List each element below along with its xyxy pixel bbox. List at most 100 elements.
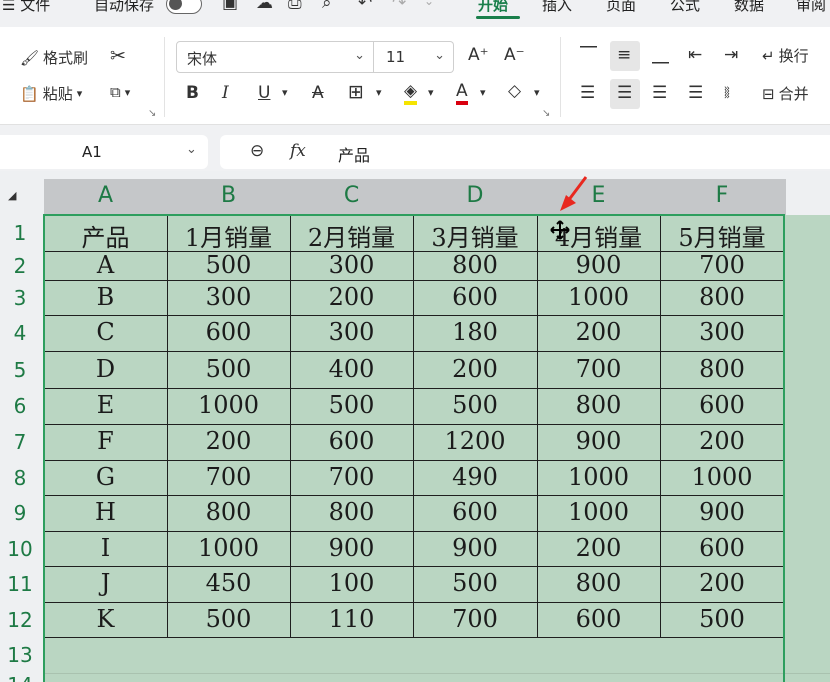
chevron-down-icon: ⌄: [354, 48, 365, 63]
move-cursor-icon: [550, 220, 570, 240]
spreadsheet-grid[interactable]: ◢ ABCDEF 1234567891011121314 产品1月销量2月销量3…: [0, 171, 830, 682]
autosave-label: 自动保存: [94, 0, 155, 14]
name-box[interactable]: A1 ⌄: [0, 135, 208, 169]
row-header-11[interactable]: 11: [0, 572, 40, 596]
chevron-down-icon[interactable]: ▾: [480, 87, 486, 98]
tab-data[interactable]: 数据: [734, 0, 764, 15]
chevron-down-icon: ⌄: [186, 142, 197, 157]
font-name-select[interactable]: 宋体 ⌄: [176, 41, 374, 73]
clear-format-icon[interactable]: ◇: [508, 83, 521, 100]
justify-icon[interactable]: ☰: [688, 85, 703, 102]
divider: [560, 37, 561, 117]
chevron-down-icon: ▾: [124, 85, 131, 99]
active-tab-indicator: [476, 16, 520, 19]
row-header-3[interactable]: 3: [0, 286, 40, 310]
undo-icon[interactable]: ↶: [358, 0, 372, 12]
row-header-13[interactable]: 13: [0, 643, 40, 667]
row-header-10[interactable]: 10: [0, 537, 40, 561]
tab-home[interactable]: 开始: [478, 0, 508, 15]
tab-formula[interactable]: 公式: [670, 0, 700, 15]
chevron-down-icon: ⌄: [434, 48, 445, 63]
row-header-8[interactable]: 8: [0, 466, 40, 490]
cloud-icon[interactable]: ☁: [256, 0, 273, 12]
chevron-down-icon[interactable]: ▾: [376, 87, 382, 98]
border-icon[interactable]: ⊞: [348, 83, 364, 102]
format-painter-icon: 🖌: [20, 48, 40, 67]
formula-input[interactable]: ⊖ fx 产品: [220, 135, 830, 169]
row-header-4[interactable]: 4: [0, 321, 40, 345]
column-header-c[interactable]: C: [290, 179, 413, 215]
format-painter-label: 格式刷: [43, 49, 89, 67]
row-header-1[interactable]: 1: [0, 221, 40, 245]
wrap-label: 换行: [778, 47, 809, 65]
row-header-2[interactable]: 2: [0, 254, 40, 278]
align-left-icon[interactable]: ☰: [580, 85, 595, 102]
column-header-a[interactable]: A: [44, 179, 167, 215]
tab-page[interactable]: 页面: [606, 0, 636, 15]
copy-button[interactable]: ⧉ ▾: [110, 83, 130, 101]
increase-indent-icon[interactable]: ⇥: [724, 47, 738, 64]
print-preview-icon[interactable]: ⌕: [322, 0, 332, 12]
align-top-icon[interactable]: ⎺: [580, 47, 597, 64]
autosave-toggle[interactable]: [166, 0, 202, 14]
italic-icon[interactable]: I: [222, 85, 229, 102]
print-icon[interactable]: ⎙: [288, 0, 302, 12]
menu-bar: ☰ 文件 自动保存 ▣ ☁ ⎙ ⌕ ↶ ↷ ⌄ 开始 插入 页面 公式 数据 审…: [0, 0, 830, 20]
tab-review[interactable]: 审阅: [796, 0, 826, 15]
font-color-icon[interactable]: A: [456, 83, 468, 105]
clipboard-launcher-icon[interactable]: ↘: [148, 109, 156, 119]
annotation-arrow-icon: [560, 176, 588, 211]
underline-icon[interactable]: U: [258, 85, 270, 102]
distributed-icon[interactable]: ⧚: [724, 85, 730, 102]
tab-insert[interactable]: 插入: [542, 0, 572, 15]
name-box-value: A1: [82, 143, 102, 161]
increase-font-icon[interactable]: A⁺: [468, 47, 489, 64]
row-header-7[interactable]: 7: [0, 430, 40, 454]
merge-label: 合并: [778, 85, 809, 103]
decrease-indent-icon[interactable]: ⇤: [688, 47, 702, 64]
font-size-select[interactable]: 11 ⌄: [374, 41, 454, 73]
chevron-down-icon[interactable]: ▾: [428, 87, 434, 98]
menu-file[interactable]: ☰ 文件: [2, 0, 50, 15]
select-all-icon[interactable]: ◢: [8, 189, 16, 202]
paste-icon: 📋: [20, 84, 39, 103]
function-icon[interactable]: fx: [290, 141, 306, 161]
chevron-down-icon[interactable]: ▾: [534, 87, 540, 98]
font-name-value: 宋体: [187, 50, 218, 68]
chevron-down-icon[interactable]: ▾: [282, 87, 288, 98]
paste-label: 粘贴: [42, 85, 73, 103]
merge-button[interactable]: ⊟ 合并: [762, 83, 809, 104]
formula-content: 产品: [338, 146, 371, 165]
bold-icon[interactable]: B: [186, 85, 199, 102]
row-header-9[interactable]: 9: [0, 501, 40, 525]
column-header-d[interactable]: D: [413, 179, 537, 215]
align-middle-icon[interactable]: ≡: [617, 47, 631, 64]
font-launcher-icon[interactable]: ↘: [542, 109, 550, 119]
row-header-5[interactable]: 5: [0, 358, 40, 382]
column-header-f[interactable]: F: [660, 179, 784, 215]
format-painter-button[interactable]: 🖌 格式刷: [20, 47, 88, 68]
wrap-text-button[interactable]: ↵ 换行: [762, 45, 809, 66]
strikethrough-icon[interactable]: A: [312, 85, 324, 102]
paste-button[interactable]: 📋 粘贴 ▾: [20, 83, 82, 104]
font-size-value: 11: [386, 48, 406, 66]
fill-color-icon[interactable]: ◈: [404, 83, 418, 105]
row-header-6[interactable]: 6: [0, 394, 40, 418]
save-icon[interactable]: ▣: [222, 0, 238, 12]
decrease-font-icon[interactable]: A⁻: [504, 47, 525, 64]
zoom-icon[interactable]: ⊖: [250, 141, 264, 161]
selection-border: [43, 214, 785, 682]
align-right-icon[interactable]: ☰: [652, 85, 667, 102]
wrap-icon: ↵: [762, 46, 775, 65]
column-header-b[interactable]: B: [167, 179, 290, 215]
row-header-14[interactable]: 14: [0, 673, 40, 682]
align-bottom-icon[interactable]: ⎽: [652, 47, 669, 64]
copy-icon: ⧉: [110, 83, 121, 101]
align-center-icon[interactable]: ☰: [617, 85, 632, 102]
row-header-strip: [0, 171, 44, 682]
row-header-12[interactable]: 12: [0, 608, 40, 632]
redo-dropdown-icon[interactable]: ⌄: [424, 0, 434, 7]
redo-icon[interactable]: ↷: [392, 0, 406, 12]
divider: [164, 37, 165, 117]
cut-icon[interactable]: ✂: [110, 47, 126, 66]
